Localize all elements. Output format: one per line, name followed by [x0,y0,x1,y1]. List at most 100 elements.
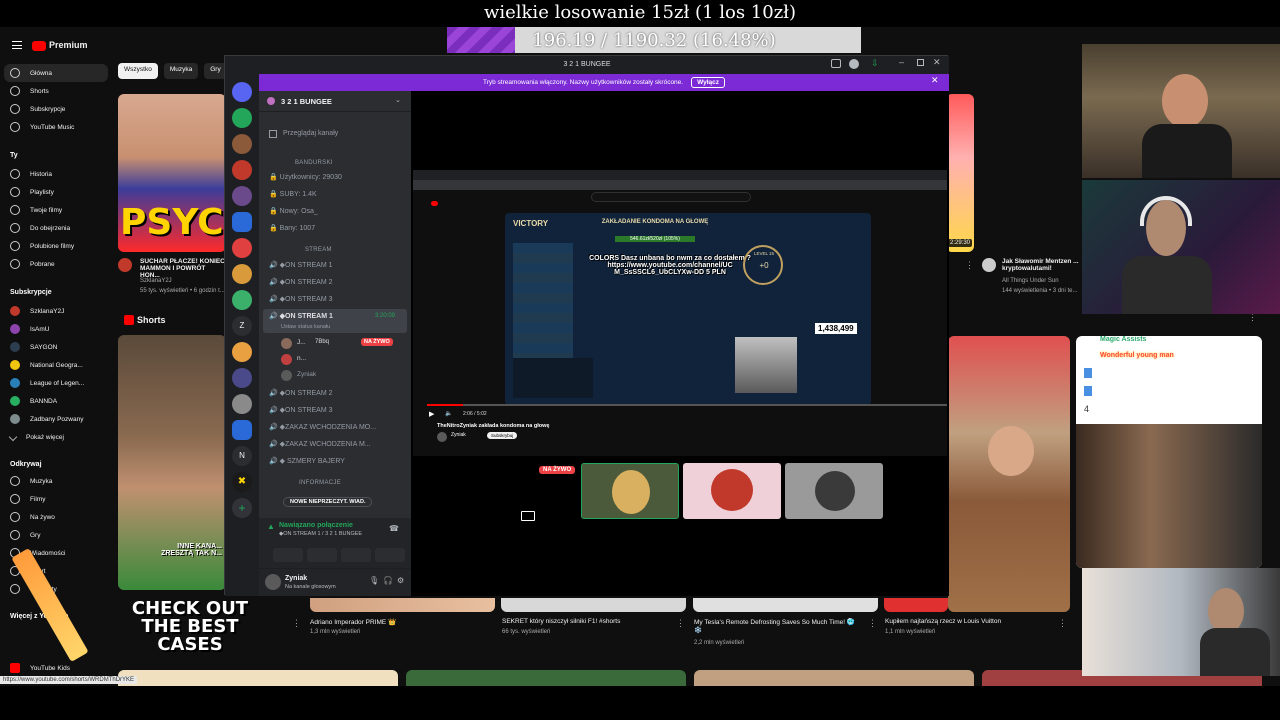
video-thumbnail[interactable] [406,670,686,686]
voice-channel[interactable]: 🔊 ◆ON STREAM 3 [269,295,333,303]
sidebar-sub-item[interactable]: SzklanaY2J [4,302,108,320]
user-avatar[interactable] [281,354,292,365]
video-thumbnail[interactable]: PSYCH [118,94,226,252]
chip-all[interactable]: Wszystko [118,63,158,79]
user-avatar[interactable] [281,370,292,381]
chip-music[interactable]: Muzyka [163,63,199,79]
sidebar-heading-you[interactable]: Ty [10,152,18,159]
channel-status[interactable]: Ustaw status kanału [281,324,330,330]
more-options-icon[interactable]: ⋮ [868,618,877,629]
sidebar-item-subscriptions[interactable]: Subskrypcje [4,100,108,118]
server-icon[interactable] [232,134,252,154]
server-name[interactable]: 3 2 1 BUNGEE [281,97,332,106]
shorts-thumbnail[interactable] [884,598,948,612]
voice-connected-channel[interactable]: ◆ON STREAM 1 / 3 2 1 BUNGEE [279,531,362,537]
close-banner-icon[interactable]: ✕ [931,75,939,86]
voice-channel[interactable]: 🔊 ◆ON STREAM 2 [269,278,333,286]
more-options-icon[interactable]: ⋮ [1058,618,1067,629]
video-title[interactable]: SUCHAR PŁACZE! KONIEC MAMMON I POWRÓT HO… [140,258,226,279]
sidebar-heading-subscriptions[interactable]: Subskrypcje [10,289,52,296]
monitor-icon[interactable] [831,59,841,68]
user-avatar[interactable] [265,574,281,590]
play-icon[interactable]: ▶ [429,410,434,418]
more-options-icon[interactable]: ⋮ [676,618,685,629]
shorts-thumbnail[interactable] [948,336,1070,612]
more-options-icon[interactable]: ⋮ [965,260,974,271]
video-channel[interactable]: SzklanaY2J [140,278,226,284]
stream-tile[interactable] [683,463,781,519]
hamburger-menu-icon[interactable] [12,41,22,49]
sidebar-item-music[interactable]: YouTube Music [4,118,108,136]
channel-avatar[interactable] [118,258,132,272]
video-title[interactable]: Jak Sławomir Mentzen ... kryptowalutami! [1002,258,1082,272]
sidebar-item-downloads[interactable]: Pobrane [4,255,108,273]
settings-gear-icon[interactable]: ⚙ [397,576,404,585]
sidebar-sub-item[interactable]: National Geogra... [4,356,108,374]
shorts-title[interactable]: My Tesla's Remote Defrosting Saves So Mu… [694,618,864,634]
stat-channel[interactable]: 🔒 Użytkownicy: 29030 [269,173,342,181]
video-thumbnail[interactable] [118,670,398,686]
headphones-icon[interactable]: 🎧 [383,576,393,585]
sidebar-item-playlists[interactable]: Playlisty [4,183,108,201]
direct-messages-icon[interactable] [232,82,252,102]
browse-channels[interactable]: Przeglądaj kanały [283,130,338,137]
active-channel-name[interactable]: 🔊 ◆ON STREAM 1 [269,312,333,320]
screen-icon[interactable] [521,511,535,521]
soundboard-button[interactable] [375,548,405,562]
shorts-thumbnail[interactable]: Magic Assists Wonderful young man 4 [1076,336,1262,568]
minimize-icon[interactable]: – [899,57,904,67]
disable-streamer-mode-button[interactable]: Wyłącz [691,77,726,88]
voice-member-name[interactable]: n... [297,355,306,362]
sidebar-item-music-explore[interactable]: Muzyka [4,472,108,490]
camera-button[interactable] [273,548,303,562]
close-icon[interactable]: ✕ [933,57,941,68]
sidebar-item-history[interactable]: Historia [4,165,108,183]
sidebar-item-shorts[interactable]: Shorts [4,82,108,100]
server-icon[interactable] [232,368,252,388]
stat-channel[interactable]: 🔒 Bany: 1007 [269,224,315,232]
category-informacje[interactable]: INFORMACJE [299,480,341,486]
shorts-title[interactable]: Adriano Imperador PRIME 👑 [310,618,490,626]
channel-avatar[interactable] [982,258,996,272]
server-icon[interactable]: ✖ [232,472,252,492]
voice-channel[interactable]: 🔊 ◆ZAKAZ WCHODZENIA MO... [269,423,376,431]
voice-member-name[interactable]: Zyniak [297,371,316,378]
server-icon[interactable] [232,108,252,128]
folder-icon[interactable] [232,420,252,440]
sidebar-item-your-videos[interactable]: Twoje filmy [4,201,108,219]
voice-channel[interactable]: 🔊 ◆ SZMERY BAJERY [269,457,345,465]
server-icon[interactable] [232,264,252,284]
sidebar-show-more[interactable]: Pokaż więcej [4,428,108,446]
sidebar-item-home[interactable]: Główna [4,64,108,82]
add-server-icon[interactable]: + [232,498,252,518]
progress-track[interactable] [427,404,947,406]
server-icon[interactable] [232,342,252,362]
sidebar-item-liked[interactable]: Polubione filmy [4,237,108,255]
sidebar-item-films[interactable]: Filmy [4,490,108,508]
server-icon[interactable]: Z [232,316,252,336]
sidebar-item-kids[interactable]: YouTube Kids [4,659,108,677]
voice-channel[interactable]: 🔊 ◆ON STREAM 2 [269,389,333,397]
shorts-thumbnail[interactable] [310,598,495,612]
user-avatar[interactable] [281,338,292,349]
voice-channel[interactable]: 🔊 ◆ZAKAZ WCHODZENIA M... [269,440,371,448]
sidebar-item-live[interactable]: Na żywo [4,508,108,526]
server-icon[interactable] [232,238,252,258]
server-icon[interactable] [232,394,252,414]
shorts-thumbnail[interactable]: INNE KANA... ZRESZTĄ TAK N... [118,335,226,590]
chevron-down-icon[interactable]: ⌄ [395,96,401,104]
stream-tile[interactable] [581,463,679,519]
activities-button[interactable] [341,548,371,562]
sidebar-sub-item[interactable]: Zadbany Pozwany [4,410,108,428]
server-icon[interactable] [232,290,252,310]
video-channel[interactable]: All Things Under Sun [1002,278,1082,284]
shorts-title[interactable]: SEKRET który niszczył silniki F1! #short… [502,618,682,625]
maximize-icon[interactable] [917,59,924,66]
stat-channel[interactable]: 🔒 SUBY: 1.4K [269,190,317,198]
sidebar-sub-item[interactable]: SAYGON [4,338,108,356]
microphone-icon[interactable]: 🎙 [369,576,379,585]
shorts-thumbnail[interactable] [501,598,686,612]
more-options-icon[interactable]: ⋮ [292,618,301,629]
volume-icon[interactable]: 🔈 [445,410,452,417]
user-name[interactable]: Zyniak [285,575,307,582]
